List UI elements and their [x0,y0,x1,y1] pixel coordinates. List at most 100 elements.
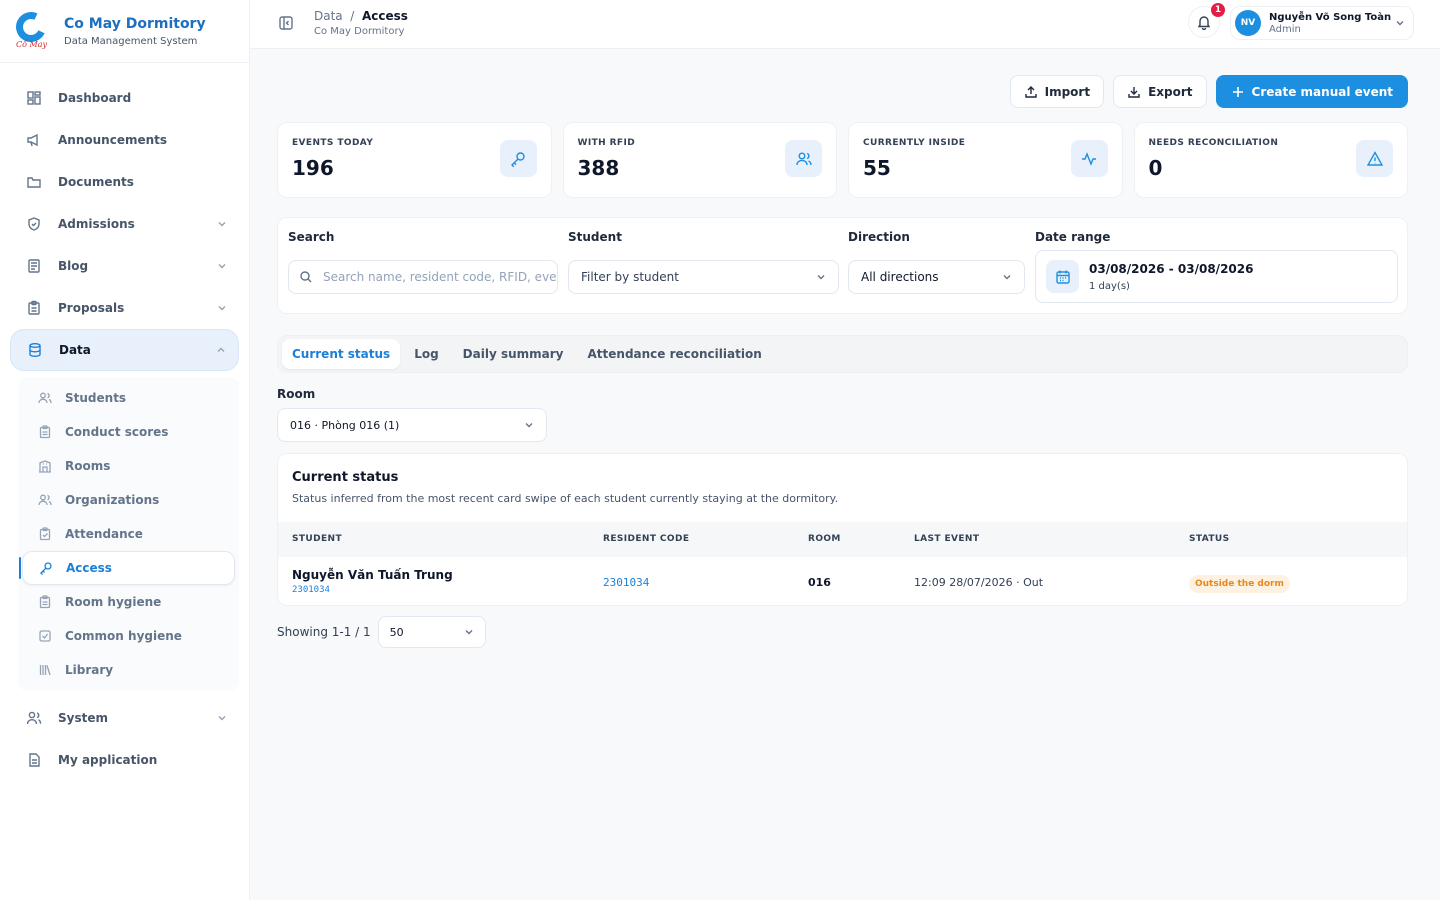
sidebar-item-common-hygiene[interactable]: Common hygiene [22,619,235,653]
sidebar-item-dashboard[interactable]: Dashboard [10,77,239,119]
building-icon [38,459,54,473]
sidebar-item-label: Announcements [58,133,168,147]
sidebar-subitem-label: Conduct scores [65,425,169,439]
sidebar-subitem-label: Attendance [65,527,143,541]
table-header: STUDENT RESIDENT CODE ROOM LAST EVENT ST… [278,522,1407,557]
clipboard-icon [24,298,44,318]
bell-icon [1196,14,1212,30]
avatar: NV [1235,10,1261,36]
sidebar-item-label: Proposals [58,301,125,315]
import-button[interactable]: Import [1009,75,1105,108]
checkbox-icon [38,629,54,643]
sidebar-subitem-label: Access [66,561,112,575]
room-value: 016 · Phòng 016 (1) [290,418,400,432]
search-label: Search [288,230,335,244]
create-manual-event-button[interactable]: Create manual event [1215,75,1408,108]
chevron-down-icon [217,713,227,723]
users-icon [38,493,54,507]
page-size-value: 50 [389,625,404,639]
search-placeholder: Search name, resident code, RFID, eve [323,270,557,284]
sidebar-item-admissions[interactable]: Admissions [10,203,239,245]
sidebar-item-my-application[interactable]: My application [10,739,239,781]
sidebar-subitem-label: Rooms [65,459,111,473]
last-event-cell: 12:09 28/07/2026 · Out [914,576,1044,589]
sidebar-item-library[interactable]: Library [22,653,235,687]
warning-icon [1356,140,1393,177]
chevron-down-icon [1002,272,1012,282]
page-size-select[interactable]: 50 [377,616,486,648]
resident-code[interactable]: 2301034 [603,576,649,589]
tab-attendance-reconciliation[interactable]: Attendance reconciliation [578,339,772,369]
library-icon [38,663,54,677]
sidebar-item-attendance[interactable]: Attendance [22,517,235,551]
user-menu[interactable]: NV Nguyễn Võ Song Toàn Admin [1230,6,1414,40]
sidebar-item-proposals[interactable]: Proposals [10,287,239,329]
sidebar-toggle-icon[interactable] [278,15,296,33]
chevron-down-icon [816,272,826,282]
data-subnav: Students Conduct scores Rooms Organizati… [18,377,239,691]
current-status-panel: Current status Status inferred from the … [277,453,1408,606]
pagination: Showing 1-1 / 1 50 [277,616,486,648]
tab-daily-summary[interactable]: Daily summary [453,339,574,369]
sidebar-item-access[interactable]: Access [19,551,235,585]
direction-select[interactable]: All directions [848,260,1025,294]
student-placeholder: Filter by student [581,270,679,284]
users-icon [24,708,44,728]
stat-card-with-rfid: WITH RFID 388 [562,122,837,198]
search-icon [299,270,313,284]
create-label: Create manual event [1251,84,1393,99]
table-row[interactable]: Nguyễn Văn Tuấn Trung 2301034 2301034 01… [278,557,1407,605]
stat-card-currently-inside: CURRENTLY INSIDE 55 [848,122,1123,198]
chevron-up-icon [216,345,226,355]
breadcrumb-parent[interactable]: Data [314,9,343,23]
export-label: Export [1148,84,1193,99]
sidebar-item-conduct-scores[interactable]: Conduct scores [22,415,235,449]
users-icon [38,391,54,405]
topbar: Data / Access Co May Dormitory 1 NV Nguy… [250,0,1440,49]
breadcrumb-separator: / [350,9,355,23]
sidebar-item-system[interactable]: System [10,697,239,739]
stats-row: EVENTS TODAY 196 WITH RFID 388 CURRENTLY… [277,122,1408,198]
pagination-summary: Showing 1-1 / 1 [277,625,371,639]
brand-subtitle: Data Management System [64,35,198,47]
student-select[interactable]: Filter by student [568,260,839,294]
column-header[interactable]: RESIDENT CODE [603,534,689,544]
tab-log[interactable]: Log [404,339,448,369]
newspaper-icon [24,256,44,276]
sidebar-subitem-label: Room hygiene [65,595,162,609]
file-icon [24,750,44,770]
user-role: Admin [1269,23,1301,35]
room-select[interactable]: 016 · Phòng 016 (1) [277,408,547,442]
download-icon [1127,85,1141,99]
notification-button[interactable]: 1 [1188,3,1225,38]
student-name: Nguyễn Văn Tuấn Trung [292,568,453,582]
sidebar-item-organizations[interactable]: Organizations [22,483,235,517]
sidebar-item-room-hygiene[interactable]: Room hygiene [22,585,235,619]
sidebar-subitem-label: Library [65,663,114,677]
column-header[interactable]: STATUS [1189,534,1230,544]
breadcrumb-current: Access [361,9,408,23]
sidebar-item-label: Documents [58,175,134,189]
breadcrumb: Data / Access Co May Dormitory [314,9,408,37]
search-input[interactable]: Search name, resident code, RFID, eve [288,260,558,294]
sidebar-item-announcements[interactable]: Announcements [10,119,239,161]
student-label: Student [568,230,622,244]
sidebar-item-students[interactable]: Students [22,381,235,415]
date-range-picker[interactable]: 03/08/2026 - 03/08/2026 1 day(s) [1035,250,1398,303]
column-header[interactable]: STUDENT [292,534,342,544]
sidebar-item-data[interactable]: Data [10,329,239,371]
brand[interactable]: Cổ May Co May Dormitory Data Management … [0,0,249,63]
plus-icon [1231,85,1245,99]
tab-current-status[interactable]: Current status [282,339,401,369]
sidebar-item-rooms[interactable]: Rooms [22,449,235,483]
column-header[interactable]: ROOM [808,534,841,544]
export-button[interactable]: Export [1113,75,1207,108]
logo-signature: Cổ May [16,40,48,49]
chevron-down-icon [1395,18,1405,28]
logo: Cổ May [11,7,52,50]
sidebar-item-label: Data [59,343,91,357]
column-header[interactable]: LAST EVENT [914,534,979,544]
sidebar-item-blog[interactable]: Blog [10,245,239,287]
page-subtitle: Co May Dormitory [314,26,405,37]
sidebar-item-documents[interactable]: Documents [10,161,239,203]
